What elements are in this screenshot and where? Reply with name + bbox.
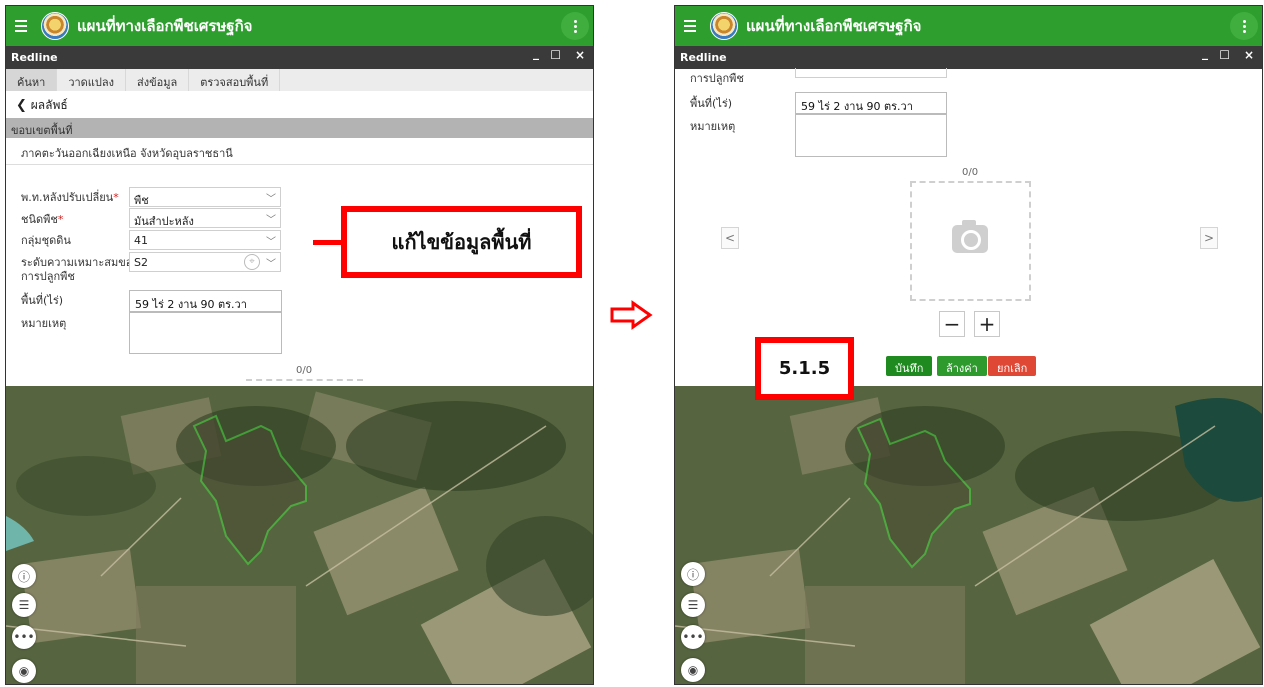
next-arrow-icon <box>610 300 653 330</box>
zoom-in-button[interactable]: + <box>974 311 1000 337</box>
locate-icon[interactable]: ◉ <box>681 658 705 682</box>
area-input[interactable]: 59 ไร่ 2 งาน 90 ตร.วา <box>129 290 282 312</box>
tab-check-area[interactable]: ตรวจสอบพื้นที่ <box>189 69 281 91</box>
target-icon[interactable]: ⌖ <box>244 254 260 270</box>
tab-send[interactable]: ส่งข้อมูล <box>126 69 190 91</box>
divider <box>6 164 593 165</box>
chevron-left-icon: < <box>724 231 736 245</box>
hamburger-icon[interactable] <box>684 20 706 32</box>
kebab-menu-icon[interactable] <box>1230 12 1258 40</box>
minimize-icon[interactable]: _ <box>1202 46 1208 60</box>
satellite-map <box>6 386 593 684</box>
change-type-label: พ.ท.หลังปรับเปลี่ยน* <box>21 191 119 204</box>
info-icon[interactable]: ⓘ <box>681 562 705 586</box>
back-link[interactable]: ❮ ผลลัพธ์ <box>16 96 68 115</box>
step-callout: 5.1.5 <box>755 337 854 400</box>
chevron-down-icon: ﹀ <box>266 194 276 205</box>
area-label: พื้นที่(ไร่) <box>21 294 64 307</box>
app-title: แผนที่ทางเลือกพืชเศรษฐกิจ <box>746 17 922 35</box>
crop-select[interactable]: มันสำปะหลัง ﹀ <box>129 208 281 228</box>
zoom-out-button[interactable]: − <box>939 311 965 337</box>
app-title: แผนที่ทางเลือกพืชเศรษฐกิจ <box>77 17 253 35</box>
crop-label: ชนิดพืช* <box>21 213 64 226</box>
prev-photo-button[interactable]: < <box>721 227 739 249</box>
app-bar: แผนที่ทางเลือกพืชเศรษฐกิจ <box>675 6 1262 46</box>
maximize-icon[interactable]: ☐ <box>1219 48 1230 62</box>
section-header: ขอบเขตพื้นที่ <box>6 118 593 138</box>
logo-icon <box>41 12 69 40</box>
satellite-map <box>675 386 1262 684</box>
note-label: หมายเหตุ <box>21 317 67 330</box>
clear-button[interactable]: ล้างค่า <box>937 356 987 376</box>
chevron-left-icon: ❮ <box>16 98 27 113</box>
chevron-down-icon: ﹀ <box>266 215 276 226</box>
next-photo-button[interactable]: > <box>1200 227 1218 249</box>
photo-frame[interactable] <box>910 181 1031 301</box>
photo-counter: 0/0 <box>962 167 979 178</box>
note-textarea[interactable] <box>129 312 282 354</box>
more-icon[interactable]: ••• <box>12 625 36 649</box>
plus-icon: + <box>978 312 996 336</box>
close-icon[interactable]: × <box>1244 48 1254 62</box>
chevron-down-icon: ﹀ <box>266 237 276 248</box>
region-text: ภาคตะวันออกเฉียงเหนือ จังหวัดอุบลราชธานี <box>21 147 233 160</box>
hamburger-icon[interactable] <box>15 20 37 32</box>
callout-connector <box>313 240 341 245</box>
chevron-right-icon: > <box>1203 231 1215 245</box>
photo-counter: 0/0 <box>296 365 313 376</box>
area-input[interactable]: 59 ไร่ 2 งาน 90 ตร.วา <box>795 92 947 114</box>
kebab-menu-icon[interactable] <box>561 12 589 40</box>
camera-icon <box>952 220 988 253</box>
map-view[interactable]: ⓘ ☰ ••• ◉ <box>6 386 593 684</box>
chevron-down-icon: ﹀ <box>266 259 276 270</box>
list-icon[interactable]: ☰ <box>12 593 36 617</box>
area-label: พื้นที่(ไร่) <box>690 97 733 110</box>
tab-draw[interactable]: วาดแปลง <box>57 69 126 91</box>
left-screen: แผนที่ทางเลือกพืชเศรษฐกิจ Redline _ ☐ × … <box>5 5 594 685</box>
app-bar: แผนที่ทางเลือกพืชเศรษฐกิจ <box>6 6 593 46</box>
panel-title: Redline <box>11 51 58 64</box>
cancel-button[interactable]: ยกเลิก <box>988 356 1037 376</box>
panel-header: Redline _ ☐ × <box>6 46 593 69</box>
note-label: หมายเหตุ <box>690 120 736 133</box>
save-button[interactable]: บันทึก <box>886 356 933 376</box>
note-textarea[interactable] <box>795 114 947 157</box>
list-icon[interactable]: ☰ <box>681 593 705 617</box>
tab-bar: ค้นหา วาดแปลง ส่งข้อมูล ตรวจสอบพื้นที่ <box>6 69 593 91</box>
locate-icon[interactable]: ◉ <box>12 659 36 683</box>
minimize-icon[interactable]: _ <box>533 46 539 60</box>
more-icon[interactable]: ••• <box>681 625 705 649</box>
panel-header: Redline _ ☐ × <box>675 46 1262 69</box>
suitability-label: ระดับความเหมาะสมของ การปลูกพืช <box>21 256 138 283</box>
suitability-select-edge <box>795 68 947 78</box>
info-icon[interactable]: ⓘ <box>12 564 36 588</box>
tab-search[interactable]: ค้นหา <box>6 69 58 91</box>
map-view[interactable]: ⓘ ☰ ••• ◉ <box>675 386 1262 684</box>
close-icon[interactable]: × <box>575 48 585 62</box>
logo-icon <box>710 12 738 40</box>
suitability-label-cont: การปลูกพืช <box>690 72 744 85</box>
maximize-icon[interactable]: ☐ <box>550 48 561 62</box>
back-label: ผลลัพธ์ <box>30 98 68 112</box>
soil-label: กลุ่มชุดดิน <box>21 234 71 247</box>
change-type-select[interactable]: พืช ﹀ <box>129 187 281 207</box>
minus-icon: − <box>943 312 961 336</box>
panel-title: Redline <box>680 51 727 64</box>
edit-callout: แก้ไขข้อมูลพื้นที่ <box>341 206 582 278</box>
suitability-select[interactable]: S2 ⌖ ﹀ <box>129 252 281 272</box>
soil-select[interactable]: 41 ﹀ <box>129 230 281 250</box>
